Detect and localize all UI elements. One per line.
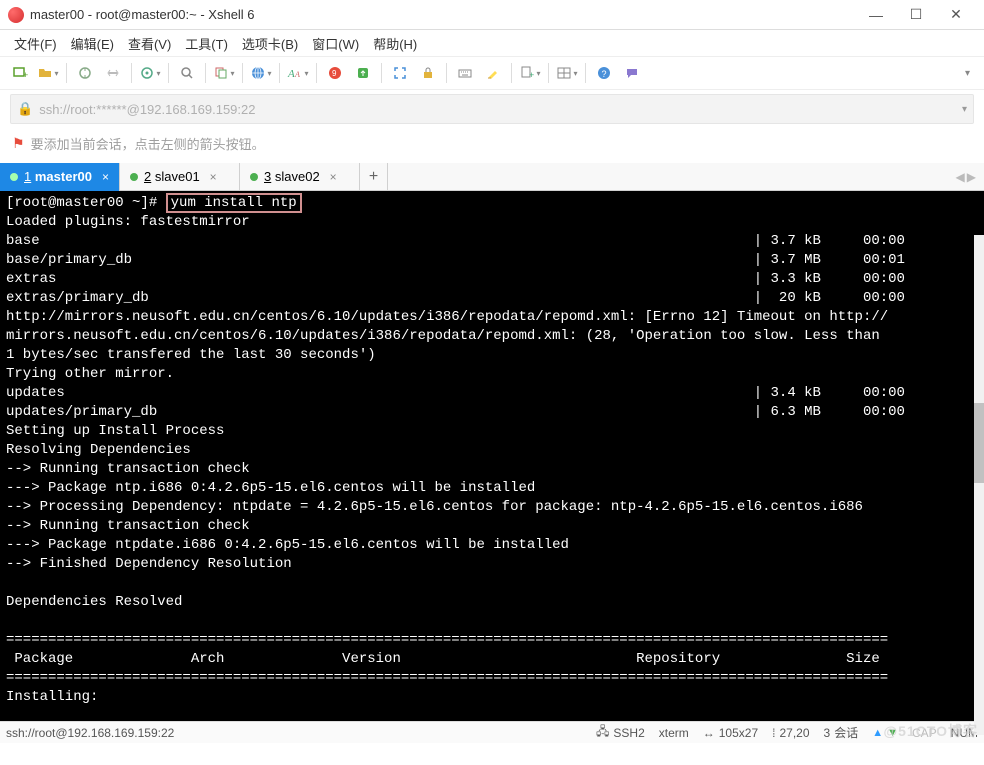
svg-text:A: A — [287, 68, 295, 80]
xshell-icon[interactable]: 9 — [323, 61, 347, 85]
close-tab-icon[interactable]: × — [210, 170, 217, 184]
watermark: @51CTO博客 — [883, 721, 978, 741]
hint-text: 要添加当前会话，点击左侧的箭头按钮。 — [31, 134, 265, 153]
search-icon[interactable] — [175, 61, 199, 85]
terminal[interactable]: [root@master00 ~]# yum install ntp Loade… — [0, 191, 984, 721]
open-session-icon[interactable]: ▾ — [36, 61, 60, 85]
layout-icon[interactable]: ▾ — [555, 61, 579, 85]
keyboard-icon[interactable] — [453, 61, 477, 85]
menu-file[interactable]: 文件(F) — [14, 34, 57, 53]
help-icon[interactable]: ? — [592, 61, 616, 85]
tab-label: master00 — [35, 169, 92, 184]
tab-number: 1 — [24, 169, 31, 184]
menu-bar: 文件(F) 编辑(E) 查看(V) 工具(T) 选项卡(B) 窗口(W) 帮助(… — [0, 30, 984, 56]
reconnect-icon[interactable] — [73, 61, 97, 85]
status-sessions: 3 会话 — [824, 724, 859, 741]
svg-text:+: + — [23, 70, 28, 80]
close-tab-icon[interactable]: × — [102, 170, 109, 184]
close-button[interactable]: ✕ — [936, 0, 976, 30]
hint-bar: ⚑ 要添加当前会话，点击左侧的箭头按钮。 — [0, 128, 984, 163]
scrollbar-thumb[interactable] — [974, 403, 984, 483]
tab-slave01[interactable]: 2 slave01 × — [120, 163, 240, 190]
menu-view[interactable]: 查看(V) — [128, 34, 171, 53]
flag-icon: ⚑ — [12, 135, 25, 152]
svg-text:A: A — [294, 70, 300, 79]
menu-help[interactable]: 帮助(H) — [373, 34, 417, 53]
tab-label: slave01 — [155, 169, 200, 184]
status-connection: ssh://root@192.168.169.159:22 — [6, 726, 174, 740]
menu-edit[interactable]: 编辑(E) — [71, 34, 114, 53]
minimize-button[interactable]: — — [856, 0, 896, 30]
cursor-icon: ⁞ — [772, 726, 775, 740]
tab-master00[interactable]: 1 master00 × — [0, 163, 120, 190]
svg-text:?: ? — [602, 69, 607, 79]
title-bar: master00 - root@master00:~ - Xshell 6 — … — [0, 0, 984, 30]
app-icon — [8, 7, 24, 23]
globe-icon[interactable]: ▾ — [249, 61, 273, 85]
add-tab-button[interactable]: + — [360, 163, 388, 190]
tab-prev-icon[interactable]: ◀ — [956, 170, 965, 184]
feedback-icon[interactable] — [620, 61, 644, 85]
address-text: ssh://root:******@192.168.169.159:22 — [39, 102, 255, 117]
ssh-icon: 🖧 — [596, 722, 609, 743]
status-termtype: xterm — [659, 726, 689, 740]
tab-label: slave02 — [275, 169, 320, 184]
window-title: master00 - root@master00:~ - Xshell 6 — [30, 7, 856, 22]
new-session-icon[interactable]: + — [8, 61, 32, 85]
xftp-icon[interactable] — [351, 61, 375, 85]
tab-next-icon[interactable]: ▶ — [967, 170, 976, 184]
close-tab-icon[interactable]: × — [330, 170, 337, 184]
address-dropdown-icon[interactable]: ▾ — [962, 104, 967, 115]
copy-icon[interactable]: ▾ — [212, 61, 236, 85]
tab-nav: ◀ ▶ — [956, 163, 984, 190]
fullscreen-icon[interactable] — [388, 61, 412, 85]
disconnect-icon[interactable] — [101, 61, 125, 85]
address-bar[interactable]: 🔒 ssh://root:******@192.168.169.159:22 ▾ — [10, 94, 974, 124]
highlight-icon[interactable] — [481, 61, 505, 85]
status-bar: ssh://root@192.168.169.159:22 🖧SSH2 xter… — [0, 721, 984, 743]
menu-window[interactable]: 窗口(W) — [312, 34, 359, 53]
svg-text:+: + — [529, 70, 534, 80]
properties-icon[interactable]: ▾ — [138, 61, 162, 85]
size-icon: ↔ — [703, 726, 715, 740]
toolbar-overflow-icon[interactable]: ▾ — [959, 68, 976, 79]
status-dot-icon — [250, 173, 258, 181]
menu-tabs[interactable]: 选项卡(B) — [242, 34, 298, 53]
arrow-up-icon[interactable]: ▲ — [872, 727, 883, 739]
menu-tools[interactable]: 工具(T) — [185, 34, 228, 53]
svg-text:9: 9 — [332, 69, 337, 78]
status-protocol: 🖧SSH2 — [596, 722, 645, 743]
script-icon[interactable]: +▾ — [518, 61, 542, 85]
maximize-button[interactable]: ☐ — [896, 0, 936, 30]
toolbar: + ▾ ▾ ▾ ▾ AA▾ 9 +▾ ▾ ? ▾ — [0, 56, 984, 90]
font-icon[interactable]: AA▾ — [286, 61, 310, 85]
scrollbar[interactable] — [974, 235, 984, 735]
tab-number: 2 — [144, 169, 151, 184]
lock-icon[interactable] — [416, 61, 440, 85]
lock-icon: 🔒 — [17, 101, 33, 117]
status-cursor: ⁞27,20 — [772, 726, 809, 740]
status-size: ↔105x27 — [703, 726, 758, 740]
tab-bar: 1 master00 × 2 slave01 × 3 slave02 × + ◀… — [0, 163, 984, 191]
status-dot-icon — [130, 173, 138, 181]
tab-slave02[interactable]: 3 slave02 × — [240, 163, 360, 190]
status-dot-icon — [10, 173, 18, 181]
tab-number: 3 — [264, 169, 271, 184]
